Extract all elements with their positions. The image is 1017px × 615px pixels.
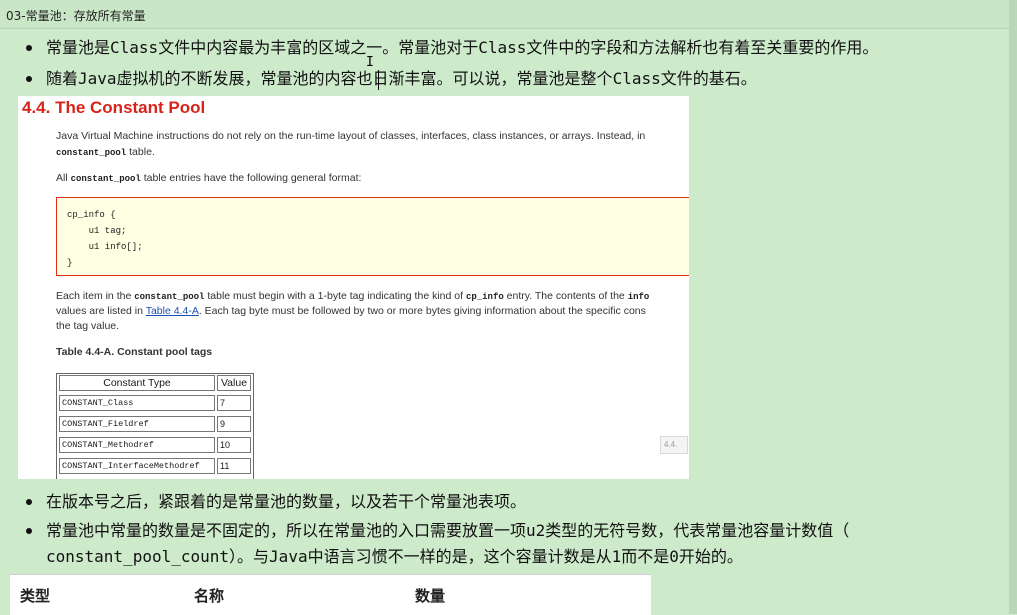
bullet-dot — [26, 499, 32, 505]
text-cursor-icon: I — [366, 55, 374, 70]
right-scroll-edge[interactable] — [1009, 0, 1017, 614]
code-block: cp_info { u1 tag; u1 info[]; } — [56, 197, 689, 276]
table-row: CONSTANT_Methodref 10 — [57, 436, 253, 455]
inline-code-text: constant_pool_count — [46, 547, 230, 566]
table-row: CONSTANT_Fieldref 9 — [57, 415, 253, 434]
doc-paragraph-3-line-3: the tag value. — [56, 320, 120, 332]
table-header-row: Constant Type Value — [57, 374, 253, 393]
text-run: 开始的。 — [678, 547, 743, 566]
doc-text: entry. The contents of the — [503, 290, 628, 302]
table-header-type: 类型 — [20, 587, 51, 605]
inline-code-text: u2 — [526, 521, 546, 540]
text-run: ）。与 — [229, 547, 270, 566]
doc-paragraph-3-line-1: Each item in the constant_pool table mus… — [56, 290, 649, 302]
table-row: CONSTANT_InterfaceMethodref 11 — [57, 457, 253, 476]
doc-text: Each item in the — [56, 290, 135, 302]
inline-code-text: 0 — [669, 547, 679, 566]
table-row: CONSTANT_Class 7 — [57, 394, 253, 413]
table-cell: 7 — [217, 395, 251, 411]
text-run: 虚拟机的不断发展，常量池的内容也日渐丰富。可以说，常量池是整个 — [116, 69, 613, 88]
text-run: 中语言习惯不一样的是，这个容量计数是从 — [307, 547, 612, 566]
embedded-doc-image: 4.4. The Constant Pool Java Virtual Mach… — [18, 96, 689, 479]
table-cell: CONSTANT_Class — [59, 395, 215, 411]
table-header-count: 数量 — [415, 587, 446, 605]
doc-text: table must begin with a 1-byte tag indic… — [204, 290, 466, 302]
text-run: 文件中的字段和方法解析也有着至关重要的作用。 — [526, 38, 879, 57]
doc-text: values are listed in — [56, 305, 146, 317]
window-titlebar: 03-常量池：存放所有常量 — [0, 0, 1017, 29]
doc-inline-code: cp_info — [465, 292, 504, 302]
text-run: 随着 — [46, 69, 79, 88]
text-run: 常量池是 — [46, 38, 111, 57]
text-caret — [378, 70, 379, 90]
inline-code-text: Class — [110, 38, 159, 57]
table-header-cell: Constant Type — [59, 375, 215, 391]
text-run: 而不是 — [621, 547, 670, 566]
table-cell: CONSTANT_InterfaceMethodref — [59, 458, 215, 474]
bullet-text: 常量池是Class文件中内容最为丰富的区域之一。常量池对于Class文件中的字段… — [46, 35, 878, 61]
table-cell: CONSTANT_Fieldref — [59, 416, 215, 432]
doc-text: table entries have the following general… — [140, 172, 362, 184]
table-caption: Table 4.4-A. Constant pool tags — [56, 346, 213, 358]
bullet-text: 随着Java虚拟机的不断发展，常量池的内容也日渐丰富。可以说，常量池是整个Cla… — [46, 66, 757, 92]
inline-code-text: 1 — [611, 547, 622, 566]
table-cell: 10 — [217, 437, 251, 453]
doc-inline-code: constant_pool — [134, 292, 205, 302]
constant-pool-tags-table: Constant Type Value CONSTANT_Class 7 CON… — [56, 373, 254, 479]
text-run: 文件的基石。 — [660, 69, 757, 88]
inline-code-text: Class — [478, 38, 527, 57]
bullet-dot — [26, 76, 32, 82]
doc-inline-code: constant_pool — [70, 174, 141, 184]
table-cell: 11 — [217, 458, 251, 474]
doc-text: All — [56, 172, 71, 184]
inline-code-text: Class — [612, 69, 661, 88]
doc-inline-code: info — [627, 292, 650, 302]
doc-paragraph-2: All constant_pool table entries have the… — [56, 172, 361, 184]
doc-paragraph-1-line-1: Java Virtual Machine instructions do not… — [56, 130, 646, 142]
code-line: } — [67, 258, 73, 268]
bullet-text-line-2: constant_pool_count）。与Java中语言习惯不一样的是，这个容… — [46, 544, 743, 570]
doc-inline-code: constant_pool — [56, 148, 127, 158]
bullet-dot — [26, 45, 32, 51]
table-header-name: 名称 — [194, 587, 225, 605]
doc-paragraph-3-line-2: values are listed in Table 4.4-A. Each t… — [56, 305, 646, 317]
table-link[interactable]: Table 4.4-A — [146, 305, 199, 317]
window-title: 03-常量池：存放所有常量 — [6, 9, 146, 23]
code-line: u1 tag; — [67, 226, 127, 236]
table-header-cell: Value — [217, 375, 251, 391]
table-cell: 9 — [217, 416, 251, 432]
bullet-text: 在版本号之后，紧跟着的是常量池的数量，以及若干个常量池表项。 — [46, 489, 526, 515]
text-run: 常量池中常量的数量是不固定的，所以在常量池的入口需要放置一项 — [46, 521, 527, 540]
section-popup-tooltip: 4.4. — [660, 436, 688, 454]
doc-text: table. — [126, 146, 155, 158]
text-run: 类型的无符号数，代表常量池容量计数值（ — [545, 521, 850, 540]
constant-pool-structure-table: 类型 名称 数量 — [10, 574, 651, 615]
text-run: 文件中内容最为丰富的区域之一。常量池对于 — [158, 38, 479, 57]
doc-heading: 4.4. The Constant Pool — [22, 98, 206, 117]
code-line: cp_info { — [67, 210, 116, 220]
inline-code-text: Java — [269, 547, 308, 566]
code-line: u1 info[]; — [67, 242, 143, 252]
inline-code-text: Java — [78, 69, 117, 88]
text-run: 在版本号之后，紧跟着的是常量池的数量，以及若干个常量池表项。 — [46, 492, 527, 511]
bullet-dot — [26, 528, 32, 534]
doc-text: . Each tag byte must be followed by two … — [198, 305, 646, 317]
doc-paragraph-1-line-2: constant_pool table. — [56, 146, 155, 158]
table-cell: CONSTANT_Methodref — [59, 437, 215, 453]
bullet-text-line-1: 常量池中常量的数量是不固定的，所以在常量池的入口需要放置一项u2类型的无符号数，… — [46, 518, 849, 544]
